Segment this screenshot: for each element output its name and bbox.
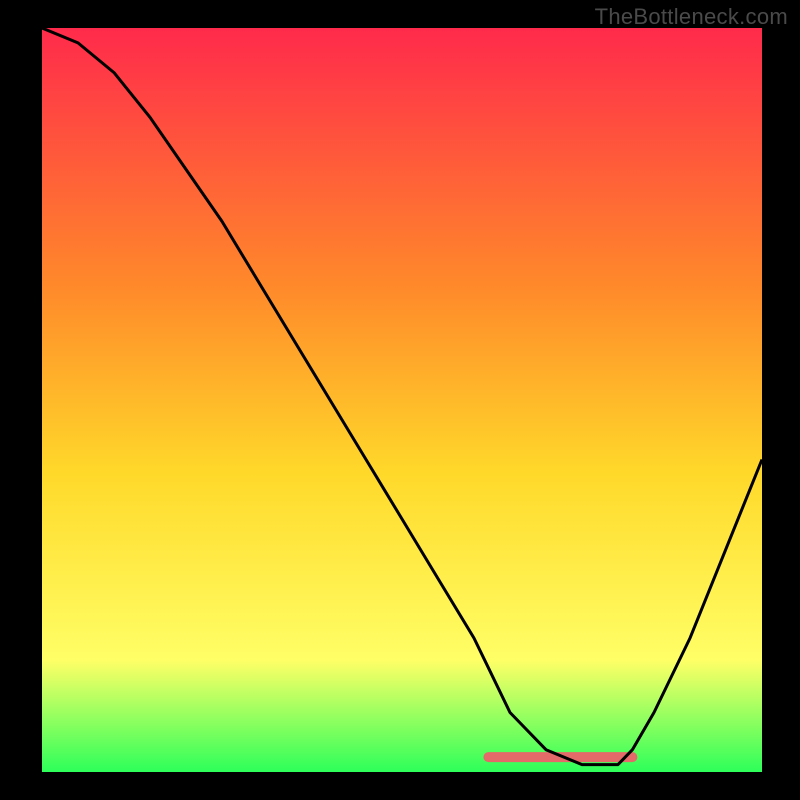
watermark-text: TheBottleneck.com [595,4,788,30]
chart-frame: TheBottleneck.com [0,0,800,800]
plot-area [42,28,762,772]
bottleneck-chart [42,28,762,772]
gradient-background [42,28,762,772]
